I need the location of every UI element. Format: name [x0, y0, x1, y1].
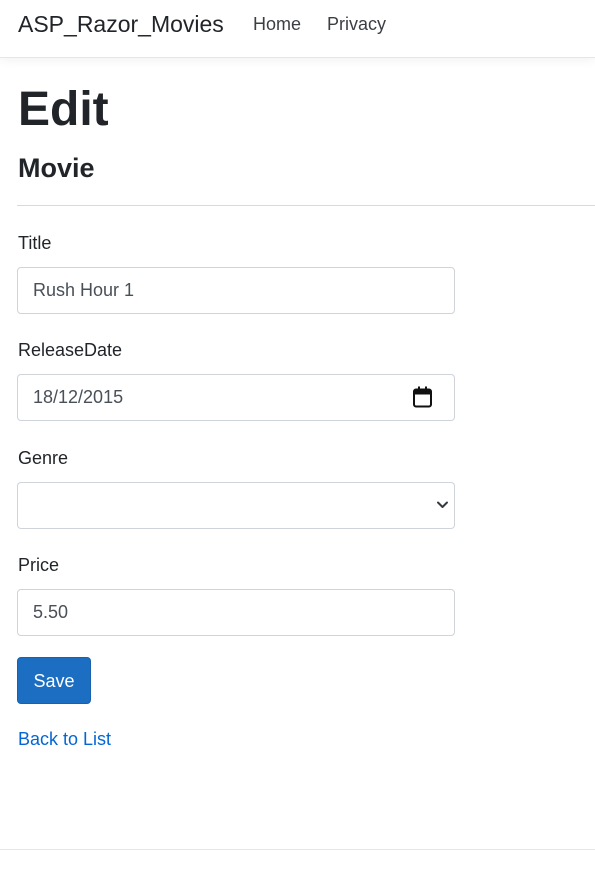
section-divider — [17, 205, 595, 206]
chevron-down-icon — [436, 498, 449, 511]
release-date-input[interactable] — [17, 374, 455, 421]
footer-divider — [0, 849, 595, 850]
nav-link-privacy[interactable]: Privacy — [327, 13, 386, 35]
title-input[interactable] — [17, 267, 455, 314]
nav-link-home[interactable]: Home — [253, 13, 301, 35]
page-title: Edit — [18, 83, 109, 136]
calendar-icon[interactable] — [412, 386, 433, 409]
price-input[interactable] — [17, 589, 455, 636]
save-button[interactable]: Save — [17, 657, 91, 704]
back-to-list-link[interactable]: Back to List — [18, 728, 111, 750]
price-label: Price — [18, 555, 60, 575]
genre-label: Genre — [18, 448, 69, 468]
top-navbar: ASP_Razor_Movies Home Privacy — [0, 0, 595, 58]
section-title: Movie — [18, 153, 95, 183]
brand-link[interactable]: ASP_Razor_Movies — [18, 10, 224, 38]
release-date-label: ReleaseDate — [18, 340, 123, 360]
title-label: Title — [18, 233, 52, 253]
genre-select[interactable] — [17, 482, 455, 529]
